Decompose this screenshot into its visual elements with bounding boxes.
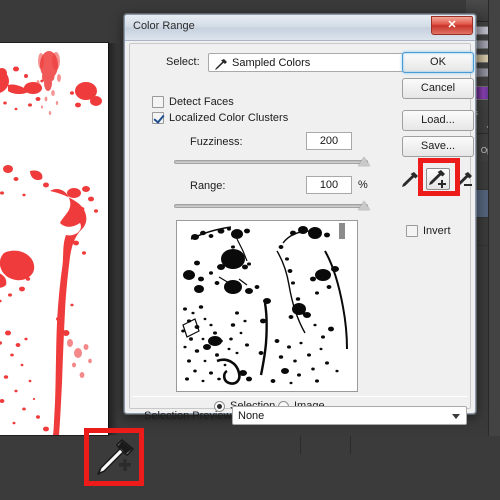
select-label: Select:	[166, 56, 200, 68]
checkbox-box	[152, 112, 164, 124]
range-label: Range:	[190, 180, 226, 192]
eyedropper-plus-icon[interactable]	[426, 168, 450, 190]
select-dropdown[interactable]: Sampled Colors	[208, 53, 420, 72]
fuzziness-label: Fuzziness:	[190, 136, 243, 148]
photoshop-screenshot: ns T Opac Color Range ✕	[0, 0, 500, 500]
band-divider-1	[300, 436, 301, 454]
document-canvas[interactable]	[0, 43, 108, 435]
selection-preview-label: Selection Preview:	[144, 410, 235, 422]
range-slider-track[interactable]	[174, 204, 368, 208]
fuzziness-slider-track[interactable]	[174, 160, 368, 164]
dialog-title: Color Range	[133, 20, 195, 32]
detect-faces-checkbox[interactable]: Detect Faces	[152, 96, 234, 108]
range-unit-label: %	[358, 179, 368, 191]
band-divider-2	[350, 436, 351, 454]
dialog-body: Select: Sampled Colors Detect Faces Loca…	[129, 43, 474, 425]
eyedropper-icon	[214, 58, 228, 71]
cancel-button[interactable]: Cancel	[402, 78, 474, 99]
ok-button[interactable]: OK	[402, 52, 474, 73]
selection-preview-value: None	[238, 409, 265, 422]
eyedropper-icon[interactable]	[400, 170, 424, 192]
range-slider-knob[interactable]	[358, 201, 370, 210]
fuzziness-input[interactable]: 200	[306, 132, 352, 150]
invert-checkbox[interactable]: Invert	[406, 225, 451, 237]
checkbox-box	[152, 96, 164, 108]
document-shadow	[108, 43, 118, 435]
checkbox-box	[406, 225, 418, 237]
range-input[interactable]: 100	[306, 176, 352, 194]
localized-color-clusters-checkbox[interactable]: Localized Color Clusters	[152, 112, 288, 124]
selection-preview-dropdown[interactable]: None	[232, 406, 467, 425]
close-icon[interactable]: ✕	[431, 16, 473, 35]
tool-scrollbar-strip[interactable]	[488, 0, 500, 500]
eyedropper-minus-icon[interactable]	[454, 170, 478, 192]
select-value: Sampled Colors	[232, 56, 311, 69]
fuzziness-slider-knob[interactable]	[358, 157, 370, 166]
bottom-workspace-band	[0, 436, 500, 500]
selection-preview-thumbnail[interactable]	[176, 220, 358, 392]
load-button[interactable]: Load...	[402, 110, 474, 131]
chevron-down-icon	[452, 414, 460, 419]
eyedropper-cursor	[92, 436, 138, 480]
save-button[interactable]: Save...	[402, 136, 474, 157]
color-range-dialog: Color Range ✕ Select: Sampled Colors Det…	[123, 13, 477, 425]
dialog-titlebar[interactable]: Color Range ✕	[125, 15, 475, 41]
detect-faces-label: Detect Faces	[169, 96, 234, 108]
divider-top	[132, 396, 468, 397]
localized-color-clusters-label: Localized Color Clusters	[169, 112, 289, 124]
invert-label: Invert	[423, 225, 451, 237]
